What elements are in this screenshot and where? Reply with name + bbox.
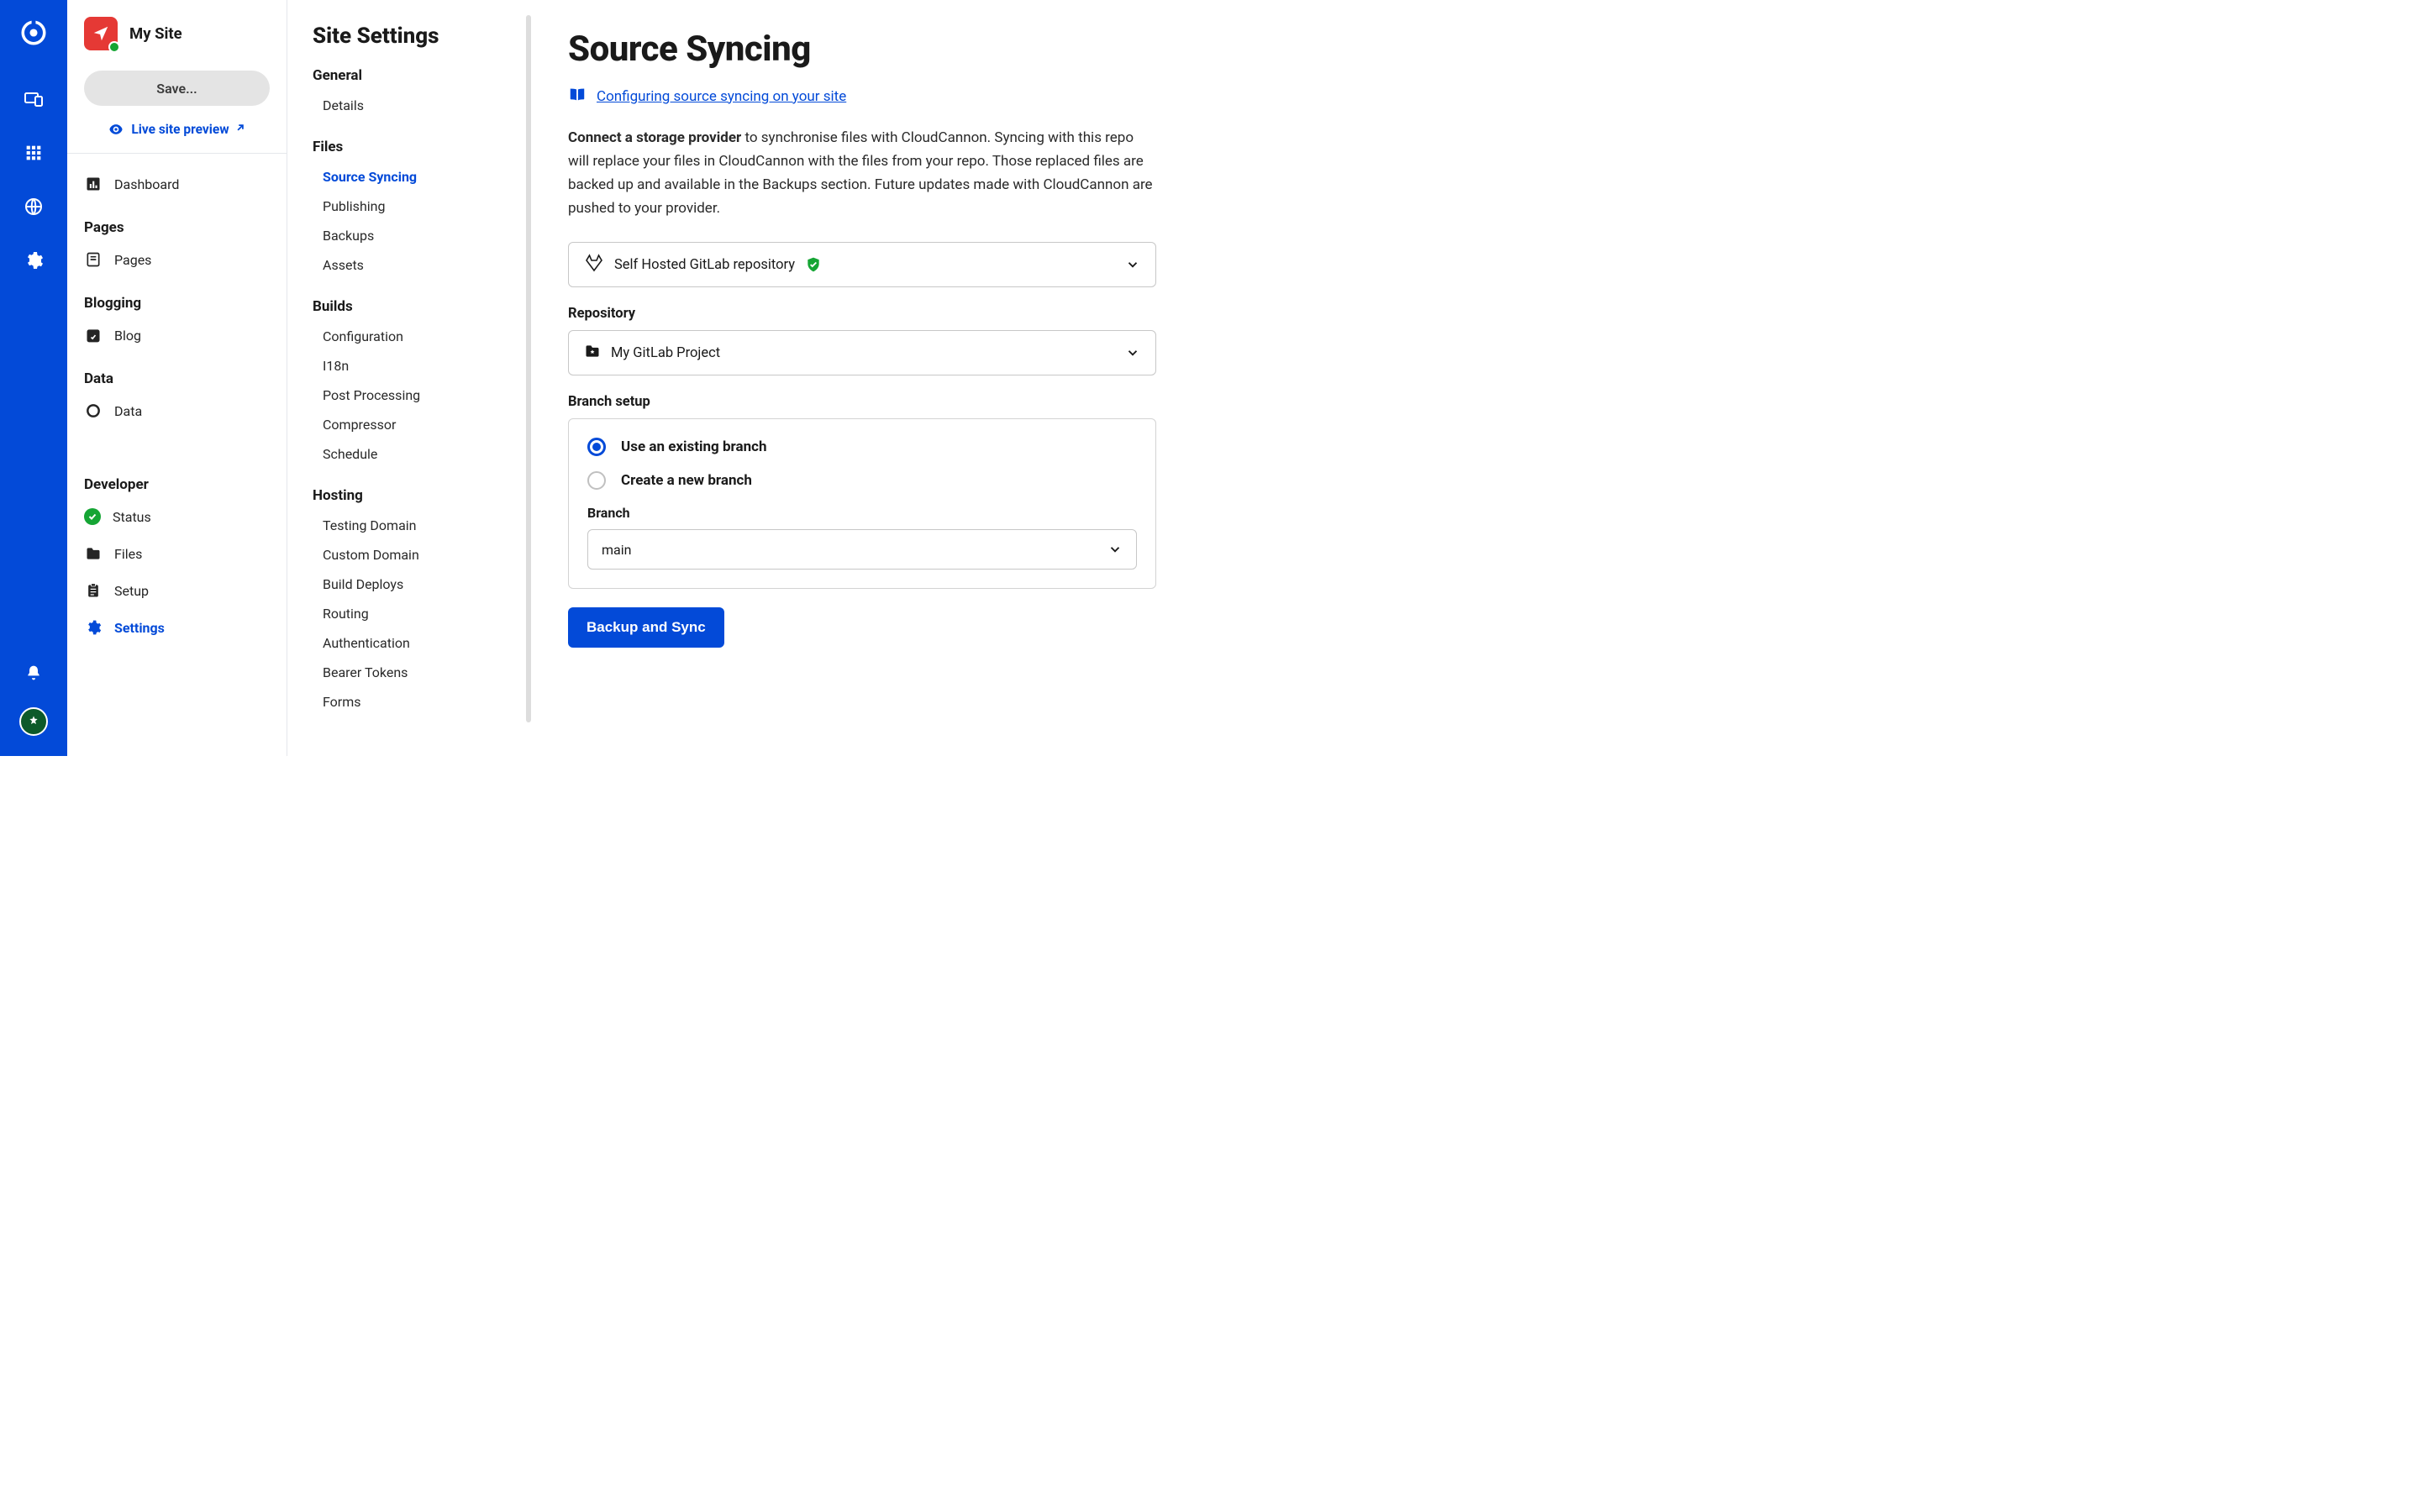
nav-settings[interactable]: Settings (84, 609, 270, 646)
folder-star-icon (584, 343, 601, 363)
nav-group-pages: Pages (84, 202, 270, 241)
external-link-icon (234, 122, 246, 137)
nav-files[interactable]: Files (84, 535, 270, 572)
nav-pages-label: Pages (114, 252, 151, 268)
chevron-down-icon (1125, 257, 1140, 272)
folder-icon (84, 545, 103, 562)
repository-value: My GitLab Project (611, 345, 720, 361)
chevron-down-icon (1125, 345, 1140, 360)
repository-select[interactable]: My GitLab Project (568, 330, 1156, 375)
settings-item-build-deploys[interactable]: Build Deploys (313, 570, 506, 599)
rail-devices-icon[interactable] (17, 82, 50, 116)
page-title: Source Syncing (568, 29, 1163, 70)
rail-apps-icon[interactable] (17, 136, 50, 170)
data-icon (84, 402, 103, 419)
nav-files-label: Files (114, 546, 142, 562)
nav-group-data: Data (84, 354, 270, 392)
description-bold: Connect a storage provider (568, 129, 741, 146)
settings-item-schedule[interactable]: Schedule (313, 439, 506, 469)
main-content: Source Syncing Configuring source syncin… (531, 0, 1210, 756)
nav-blog[interactable]: Blog (84, 317, 270, 354)
rail-bell-icon[interactable] (19, 659, 48, 687)
nav-setup-label: Setup (114, 583, 149, 599)
app-rail (0, 0, 67, 756)
nav-pages[interactable]: Pages (84, 241, 270, 278)
nav-status[interactable]: Status (84, 498, 270, 535)
nav-data-label: Data (114, 403, 142, 419)
settings-item-i18n[interactable]: I18n (313, 351, 506, 381)
radio-existing-branch[interactable]: Use an existing branch (587, 438, 1137, 456)
provider-select[interactable]: Self Hosted GitLab repository (568, 242, 1156, 287)
settings-group-general: General (313, 67, 506, 84)
rail-settings-icon[interactable] (17, 244, 50, 277)
site-logo-icon (84, 17, 118, 50)
provider-label: Self Hosted GitLab repository (614, 257, 795, 273)
settings-item-custom-domain[interactable]: Custom Domain (313, 540, 506, 570)
settings-item-backups[interactable]: Backups (313, 221, 506, 250)
settings-item-routing[interactable]: Routing (313, 599, 506, 628)
live-preview-link[interactable]: Live site preview (84, 121, 270, 138)
settings-item-forms[interactable]: Forms (313, 687, 506, 717)
settings-item-details[interactable]: Details (313, 91, 506, 120)
nav-group-blogging: Blogging (84, 278, 270, 317)
nav-status-label: Status (113, 509, 151, 525)
chevron-down-icon (1107, 542, 1123, 557)
nav-dashboard[interactable]: Dashboard (84, 165, 270, 202)
radio-create-label: Create a new branch (621, 472, 752, 489)
doc-link[interactable]: Configuring source syncing on your site (597, 88, 846, 105)
docs-icon (568, 85, 587, 108)
settings-item-compressor[interactable]: Compressor (313, 410, 506, 439)
repository-label: Repository (568, 306, 1163, 322)
settings-item-publishing[interactable]: Publishing (313, 192, 506, 221)
nav-dashboard-label: Dashboard (114, 176, 179, 192)
live-preview-label: Live site preview (131, 122, 229, 137)
branch-value: main (602, 542, 631, 558)
nav-group-developer: Developer (84, 459, 270, 498)
rail-globe-icon[interactable] (17, 190, 50, 223)
nav-blog-label: Blog (114, 328, 141, 344)
settings-item-testing-domain[interactable]: Testing Domain (313, 511, 506, 540)
page-icon (84, 251, 103, 268)
brand-logo-icon (19, 18, 48, 50)
doc-link-row: Configuring source syncing on your site (568, 85, 1163, 108)
save-button[interactable]: Save... (84, 71, 270, 106)
dashboard-icon (84, 176, 103, 192)
settings-column: Site Settings General Details Files Sour… (287, 0, 531, 756)
settings-item-configuration[interactable]: Configuration (313, 322, 506, 351)
site-name: My Site (129, 24, 182, 43)
nav-settings-label: Settings (114, 620, 165, 636)
settings-item-post-processing[interactable]: Post Processing (313, 381, 506, 410)
gitlab-icon (584, 253, 604, 276)
settings-group-builds: Builds (313, 298, 506, 315)
site-nav: My Site Save... Live site preview Dashbo… (67, 0, 287, 756)
verified-shield-icon (805, 256, 822, 273)
rail-status-badge-icon[interactable] (19, 707, 48, 736)
description: Connect a storage provider to synchronis… (568, 126, 1156, 220)
radio-create-branch[interactable]: Create a new branch (587, 471, 1137, 490)
backup-and-sync-button[interactable]: Backup and Sync (568, 607, 724, 648)
site-status-dot-icon (108, 41, 120, 53)
radio-icon (587, 438, 606, 456)
settings-item-assets[interactable]: Assets (313, 250, 506, 280)
status-ok-icon (84, 508, 101, 525)
settings-title: Site Settings (313, 24, 506, 49)
radio-icon (587, 471, 606, 490)
settings-item-authentication[interactable]: Authentication (313, 628, 506, 658)
branch-select[interactable]: main (587, 529, 1137, 570)
branch-setup-card: Use an existing branch Create a new bran… (568, 418, 1156, 589)
radio-existing-label: Use an existing branch (621, 438, 767, 455)
settings-item-bearer-tokens[interactable]: Bearer Tokens (313, 658, 506, 687)
nav-data[interactable]: Data (84, 392, 270, 429)
gear-icon (84, 619, 103, 636)
nav-setup[interactable]: Setup (84, 572, 270, 609)
clipboard-icon (84, 582, 103, 599)
settings-group-hosting: Hosting (313, 487, 506, 504)
settings-item-source-syncing[interactable]: Source Syncing (313, 162, 506, 192)
branch-label: Branch (587, 505, 1137, 521)
settings-group-files: Files (313, 139, 506, 155)
branch-setup-label: Branch setup (568, 394, 1163, 410)
calendar-icon (84, 327, 103, 344)
